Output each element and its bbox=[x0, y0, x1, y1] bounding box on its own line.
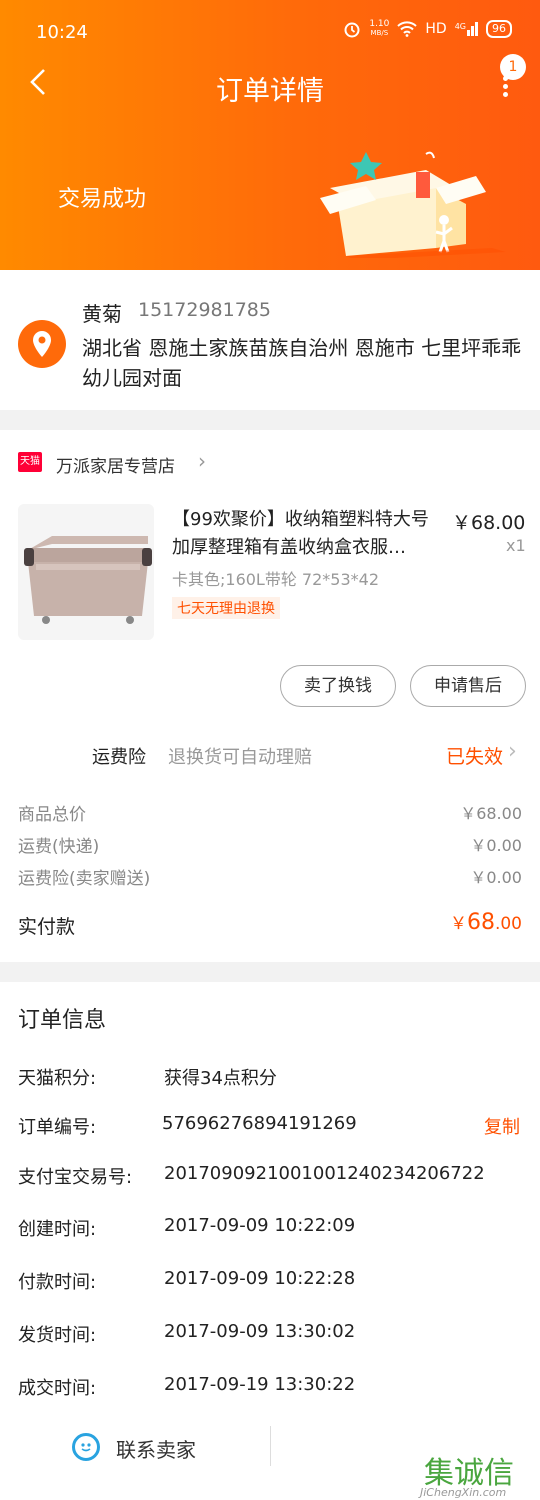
product-quantity: x1 bbox=[506, 536, 526, 555]
info-label-created: 创建时间: bbox=[18, 1219, 97, 1240]
copy-button[interactable]: 复制 bbox=[484, 1113, 520, 1139]
status-time: 10:24 bbox=[36, 22, 88, 43]
info-value-paid: 2017-09-09 10:22:28 bbox=[164, 1268, 356, 1289]
shipping-insurance-desc: 退换货可自动理赔 bbox=[168, 747, 312, 768]
chevron-right-icon[interactable]: › bbox=[508, 739, 517, 764]
receiver-name: 黄菊 bbox=[82, 302, 122, 326]
total-label: 实付款 bbox=[18, 916, 76, 938]
status-icons: 1.10 MB/S HD 4G 96 bbox=[343, 20, 512, 38]
tmall-logo: 天猫 bbox=[18, 452, 42, 472]
fee-value-goods: ￥68.00 bbox=[460, 804, 522, 823]
receiver-address: 湖北省 恩施土家族苗族自治州 恩施市 七里坪乖乖幼儿园对面 bbox=[82, 336, 522, 390]
shop-name[interactable]: 万派家居专营店 bbox=[56, 452, 175, 477]
receiver-phone: 15172981785 bbox=[138, 299, 271, 321]
box-illustration bbox=[320, 151, 506, 258]
status-bar: 10:24 1.10 MB/S HD 4G 96 bbox=[0, 0, 540, 62]
total-amount: ￥68.00 bbox=[449, 910, 522, 935]
info-value-shipped: 2017-09-09 13:30:02 bbox=[164, 1321, 356, 1342]
order-header: 10:24 1.10 MB/S HD 4G 96 订单详情 1 交易成功 bbox=[0, 0, 540, 270]
hd-indicator: HD bbox=[425, 21, 447, 37]
chat-icon[interactable] bbox=[72, 1433, 100, 1461]
shipping-insurance-label: 运费险 bbox=[92, 747, 146, 768]
fee-value-insurance: ￥0.00 bbox=[470, 868, 522, 887]
contact-seller-button[interactable]: 联系卖家 bbox=[116, 1434, 196, 1463]
order-status-text: 交易成功 bbox=[58, 187, 147, 212]
chevron-right-icon[interactable]: › bbox=[198, 449, 206, 473]
info-value-alipay-no: 2017090921001001240234206722 bbox=[164, 1163, 485, 1184]
product-image[interactable] bbox=[18, 504, 154, 640]
fee-label-shipping: 运费(快递) bbox=[18, 837, 100, 857]
network-speed: 1.10 MB/S bbox=[369, 19, 390, 38]
info-label-shipped: 发货时间: bbox=[18, 1325, 97, 1346]
product-title[interactable]: 【99欢聚价】收纳箱塑料特大号加厚整理箱有盖收纳盒衣服… bbox=[172, 506, 442, 562]
info-value-points: 获得34点积分 bbox=[164, 1068, 277, 1089]
sell-button[interactable]: 卖了换钱 bbox=[280, 665, 396, 707]
return-policy-tag: 七天无理由退换 bbox=[172, 597, 280, 619]
order-info-section bbox=[0, 982, 540, 1422]
product-price: ￥68.00 bbox=[452, 512, 526, 534]
info-label-alipay-no: 支付宝交易号: bbox=[18, 1167, 133, 1188]
fee-value-shipping: ￥0.00 bbox=[470, 836, 522, 855]
info-value-created: 2017-09-09 10:22:09 bbox=[164, 1215, 356, 1236]
bottom-divider bbox=[270, 1426, 271, 1466]
info-label-completed: 成交时间: bbox=[18, 1378, 97, 1399]
info-label-paid: 付款时间: bbox=[18, 1272, 97, 1293]
alarm-icon bbox=[344, 22, 360, 38]
after-sale-button[interactable]: 申请售后 bbox=[410, 665, 526, 707]
info-label-order-no: 订单编号: bbox=[18, 1117, 97, 1138]
info-value-completed: 2017-09-19 13:30:22 bbox=[164, 1374, 356, 1395]
order-info-title: 订单信息 bbox=[18, 1008, 107, 1033]
signal-icon: 4G bbox=[455, 22, 478, 36]
battery-icon: 96 bbox=[486, 20, 512, 38]
shipping-insurance-status[interactable]: 已失效 bbox=[446, 742, 503, 769]
location-icon bbox=[18, 320, 66, 368]
info-value-order-no: 57696276894191269 bbox=[162, 1113, 357, 1134]
info-label-points: 天猫积分: bbox=[18, 1068, 97, 1089]
watermark-url: JiChengXin.com bbox=[420, 1486, 507, 1499]
wifi-icon bbox=[397, 21, 418, 37]
fee-label-goods: 商品总价 bbox=[18, 805, 86, 825]
page-title: 订单详情 bbox=[216, 76, 324, 107]
fee-label-insurance: 运费险(卖家赠送) bbox=[18, 869, 151, 889]
product-sku: 卡其色;160L带轮 72*53*42 bbox=[172, 570, 380, 589]
message-badge: 1 bbox=[500, 54, 526, 80]
